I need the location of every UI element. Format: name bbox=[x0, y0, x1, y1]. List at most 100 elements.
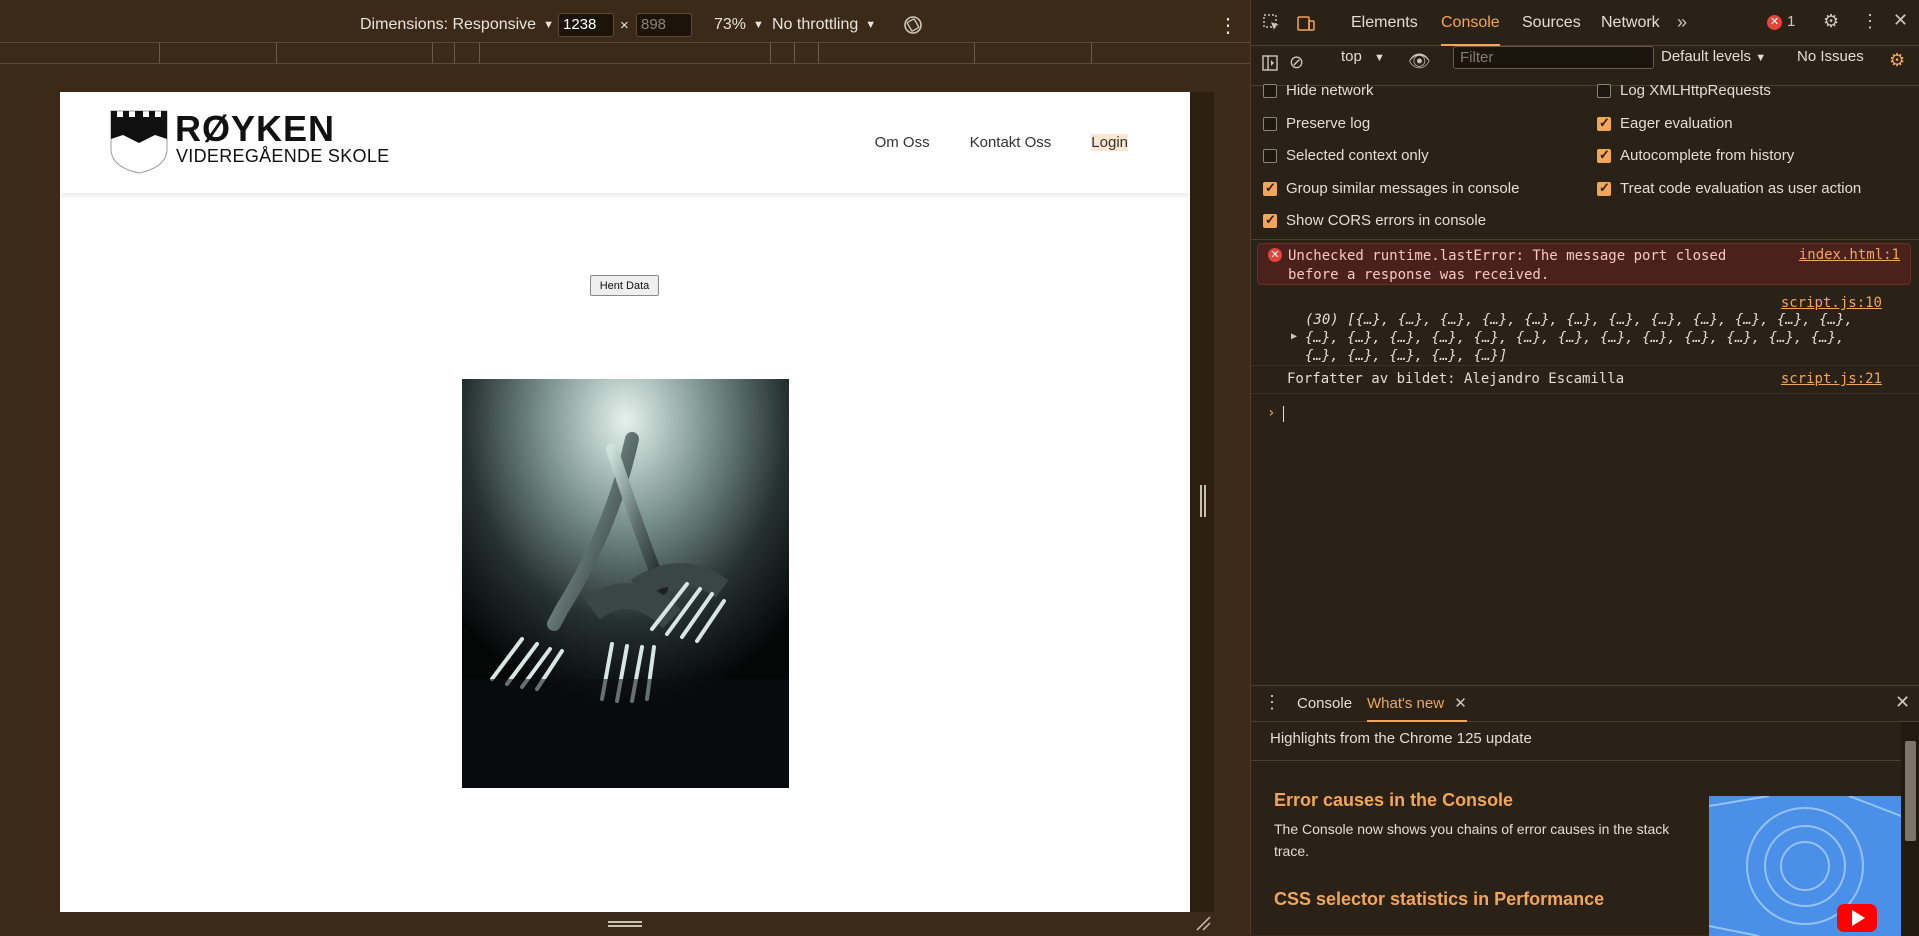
resize-corner-icon[interactable] bbox=[1195, 915, 1211, 931]
setting-label: Show CORS errors in console bbox=[1286, 212, 1487, 229]
setting-label: Eager evaluation bbox=[1620, 115, 1733, 132]
feature-description: The Console now shows you chains of erro… bbox=[1274, 821, 1670, 859]
tab-sources[interactable]: Sources bbox=[1522, 0, 1581, 46]
console-settings-gear-icon[interactable]: ⚙ bbox=[1889, 50, 1905, 71]
nav-kontakt-oss[interactable]: Kontakt Oss bbox=[970, 134, 1052, 151]
array-source-link[interactable]: script.js:10 bbox=[1781, 295, 1882, 311]
chevron-down-icon: ▼ bbox=[1755, 52, 1767, 64]
console-log: ✕ Unchecked runtime.lastError: The messa… bbox=[1251, 240, 1919, 685]
log-source-link[interactable]: script.js:21 bbox=[1781, 371, 1882, 387]
console-prompt-icon: › bbox=[1267, 405, 1276, 421]
tab-console[interactable]: Console bbox=[1441, 0, 1500, 46]
setting-label: Treat code evaluation as user action bbox=[1620, 180, 1862, 197]
sidebar-toggle-icon[interactable] bbox=[1261, 54, 1279, 77]
settings-gear-icon[interactable]: ⚙ bbox=[1823, 11, 1839, 32]
checkbox[interactable] bbox=[1597, 180, 1611, 196]
divider bbox=[1251, 760, 1901, 761]
drawer-tab-label: What's new bbox=[1367, 695, 1445, 712]
setting-eager-evaluation[interactable]: Eager evaluation bbox=[1597, 115, 1733, 132]
school-subtitle: VIDEREGÅENDE SKOLE bbox=[176, 146, 390, 166]
expand-triangle-icon[interactable]: ▶ bbox=[1291, 331, 1297, 342]
drawer-tab-bar: ⋮ Console What's new ✕ ✕ bbox=[1251, 686, 1919, 722]
devtools-menu-icon[interactable]: ⋮ bbox=[1861, 11, 1879, 32]
drawer-scroll-thumb[interactable] bbox=[1905, 741, 1916, 841]
array-preview[interactable]: (30) [{…}, {…}, {…}, {…}, {…}, {…}, {…},… bbox=[1305, 311, 1885, 365]
device-toolbar-icon[interactable] bbox=[1296, 13, 1316, 38]
checkbox[interactable] bbox=[1597, 147, 1611, 163]
video-thumbnail[interactable] bbox=[1709, 796, 1901, 936]
drawer-menu-icon[interactable]: ⋮ bbox=[1263, 692, 1281, 713]
site-header: RØYKEN VIDEREGÅENDE SKOLE Om Oss Kontakt… bbox=[60, 92, 1190, 193]
log-levels-dropdown[interactable]: Default levels ▼ bbox=[1661, 48, 1766, 65]
checkbox[interactable] bbox=[1597, 115, 1611, 131]
devtools-drawer: ⋮ Console What's new ✕ ✕ Highlights from… bbox=[1251, 685, 1919, 936]
console-settings: Hide network Log XMLHttpRequests Preserv… bbox=[1251, 78, 1919, 240]
chevron-down-icon: ▼ bbox=[865, 19, 877, 31]
error-text: Unchecked runtime.lastError: The message… bbox=[1288, 248, 1727, 283]
device-emulation-area: Dimensions: Responsive ▼ 1238 × 898 73% ▼ … bbox=[0, 0, 1250, 935]
checkbox[interactable] bbox=[1263, 180, 1277, 196]
error-count-icon[interactable]: ✕ bbox=[1767, 15, 1782, 30]
setting-label: Autocomplete from history bbox=[1620, 147, 1795, 164]
chevron-down-icon: ▼ bbox=[543, 19, 554, 31]
width-input[interactable]: 1238 bbox=[558, 13, 614, 37]
tab-network[interactable]: Network bbox=[1601, 0, 1660, 46]
context-label: top bbox=[1341, 48, 1362, 65]
console-input[interactable] bbox=[1283, 406, 1284, 422]
emulated-viewport: RØYKEN VIDEREGÅENDE SKOLE Om Oss Kontakt… bbox=[60, 92, 1190, 912]
nav-login[interactable]: Login bbox=[1091, 134, 1128, 151]
console-log-message: Forfatter av bildet: Alejandro Escamilla… bbox=[1251, 368, 1919, 394]
height-input[interactable]: 898 bbox=[636, 13, 692, 37]
tab-elements[interactable]: Elements bbox=[1351, 0, 1418, 46]
live-expression-eye-icon[interactable]: 👁︎ bbox=[1408, 51, 1431, 72]
feature-title[interactable]: Error causes in the Console bbox=[1274, 790, 1513, 811]
drawer-tab-whats-new[interactable]: What's new ✕ bbox=[1367, 686, 1467, 722]
whats-new-content: Highlights from the Chrome 125 update Er… bbox=[1251, 722, 1901, 936]
setting-hide-network[interactable]: Hide network bbox=[1263, 82, 1374, 99]
devtools-panel: Elements Console Sources Network » ✕ 1 ⚙… bbox=[1250, 0, 1919, 936]
chevron-down-icon: ▼ bbox=[1374, 52, 1385, 64]
setting-log-xhr[interactable]: Log XMLHttpRequests bbox=[1597, 82, 1771, 99]
zoom-label: 73% bbox=[714, 16, 747, 33]
log-text: Forfatter av bildet: Alejandro Escamilla bbox=[1287, 371, 1625, 387]
error-count[interactable]: 1 bbox=[1787, 13, 1795, 30]
setting-show-cors-errors[interactable]: Show CORS errors in console bbox=[1263, 212, 1486, 229]
school-name: RØYKEN bbox=[175, 108, 336, 149]
more-tabs-icon[interactable]: » bbox=[1677, 12, 1687, 33]
resize-handle-bottom[interactable] bbox=[608, 921, 642, 927]
feature-title[interactable]: CSS selector statistics in Performance bbox=[1274, 889, 1604, 910]
hent-data-button[interactable]: Hent Data bbox=[590, 275, 659, 296]
devtools-tab-bar: Elements Console Sources Network » ✕ 1 ⚙… bbox=[1251, 0, 1919, 46]
filter-input[interactable]: Filter bbox=[1453, 46, 1654, 69]
setting-label: Log XMLHttpRequests bbox=[1620, 82, 1771, 99]
checkbox[interactable] bbox=[1263, 148, 1277, 163]
drawer-tab-console[interactable]: Console bbox=[1297, 686, 1352, 722]
checkbox[interactable] bbox=[1263, 83, 1277, 98]
setting-label: Group similar messages in console bbox=[1286, 180, 1520, 197]
console-error-message: ✕ Unchecked runtime.lastError: The messa… bbox=[1257, 243, 1911, 285]
setting-treat-code-evaluation[interactable]: Treat code evaluation as user action bbox=[1597, 180, 1861, 197]
setting-group-similar[interactable]: Group similar messages in console bbox=[1263, 180, 1519, 197]
setting-autocomplete-history[interactable]: Autocomplete from history bbox=[1597, 147, 1794, 164]
site-nav: Om Oss Kontakt Oss Login bbox=[875, 134, 1128, 151]
checkbox[interactable] bbox=[1597, 83, 1611, 98]
setting-preserve-log[interactable]: Preserve log bbox=[1263, 115, 1370, 132]
close-drawer-icon[interactable]: ✕ bbox=[1895, 692, 1910, 713]
resize-handle-right[interactable] bbox=[1200, 485, 1206, 517]
console-array-message: script.js:10 ▶ (30) [{…}, {…}, {…}, {…},… bbox=[1251, 292, 1919, 366]
checkbox[interactable] bbox=[1263, 116, 1277, 131]
checkbox[interactable] bbox=[1263, 212, 1277, 228]
clear-console-icon[interactable]: ⊘ bbox=[1289, 52, 1304, 73]
error-source-link[interactable]: index.html:1 bbox=[1799, 247, 1900, 263]
issues-button[interactable]: No Issues bbox=[1797, 48, 1864, 65]
close-tab-icon[interactable]: ✕ bbox=[1454, 695, 1467, 712]
nav-om-oss[interactable]: Om Oss bbox=[875, 134, 930, 151]
dimensions-label: Dimensions: Responsive bbox=[360, 16, 537, 33]
context-selector[interactable]: top ▼ bbox=[1341, 48, 1385, 65]
setting-selected-context-only[interactable]: Selected context only bbox=[1263, 147, 1429, 164]
levels-label: Default levels bbox=[1661, 48, 1752, 65]
forks-photo bbox=[462, 379, 789, 788]
media-query-ruler bbox=[0, 42, 1250, 64]
close-devtools-icon[interactable]: ✕ bbox=[1893, 10, 1908, 31]
inspect-element-icon[interactable] bbox=[1262, 13, 1282, 38]
